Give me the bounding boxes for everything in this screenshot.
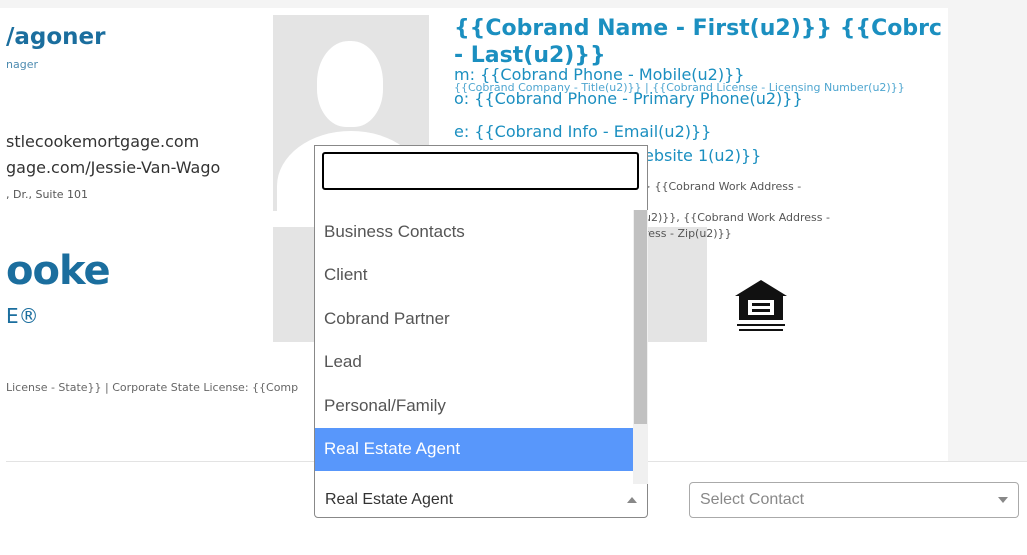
dropdown-option[interactable]: Personal/Family — [315, 384, 633, 428]
top-background-strip — [0, 0, 1027, 8]
license-footer: License - State}} | Corporate State Lice… — [6, 381, 299, 394]
contact-select[interactable]: Select Contact — [689, 482, 1019, 518]
company-logo-text: ooke — [6, 248, 111, 294]
dropdown-option[interactable]: Client — [315, 254, 633, 298]
dropdown-option-selected[interactable]: Real Estate Agent — [315, 427, 633, 471]
cobrand-work-address-2: u2)}}, {{Cobrand Work Address - — [644, 211, 830, 224]
dropdown-search-input[interactable] — [322, 152, 639, 190]
chevron-up-icon — [627, 497, 637, 503]
dropdown-option[interactable]: Lead — [315, 341, 633, 385]
cobrand-website: ebsite 1(u2)}} — [644, 146, 762, 165]
dropdown-scrollbar[interactable] — [633, 210, 648, 484]
cobrand-work-address-1: } {{Cobrand Work Address - — [644, 180, 802, 193]
avatar-placeholder-icon — [317, 41, 383, 127]
agent-name: /agoner — [6, 24, 106, 50]
contact-type-select[interactable]: Real Estate Agent — [314, 482, 648, 518]
right-background-strip — [948, 0, 1027, 462]
cobrand-name: {{Cobrand Name - First(u2)}} {{Cobrc — [454, 16, 942, 41]
dropdown-option[interactable]: Cobrand Partner — [315, 297, 633, 341]
agent-profile-url: gage.com/Jessie-Van-Wago — [6, 158, 221, 177]
chevron-down-icon — [998, 497, 1008, 503]
agent-address: , Dr., Suite 101 — [6, 188, 89, 201]
contact-type-select-value: Real Estate Agent — [325, 491, 454, 508]
contact-type-dropdown: Business Contacts Client Cobrand Partner… — [314, 145, 648, 484]
dropdown-option[interactable]: Business Contacts — [315, 210, 633, 254]
cobrand-work-address-3: ress - Zip(u2)}} — [644, 227, 732, 240]
contact-select-placeholder: Select Contact — [700, 491, 805, 508]
agent-website: stlecookemortgage.com — [6, 132, 200, 151]
dropdown-options-list: Business Contacts Client Cobrand Partner… — [315, 210, 633, 471]
cobrand-primary-phone: o: {{Cobrand Phone - Primary Phone(u2)}} — [454, 89, 803, 108]
dropdown-scrollbar-thumb[interactable] — [634, 210, 647, 424]
equal-housing-opportunity-icon — [735, 280, 787, 331]
cobrand-email: e: {{Cobrand Info - Email(u2)}} — [454, 122, 712, 141]
company-logo-subtext: E® — [6, 304, 39, 328]
agent-title: nager — [6, 58, 38, 71]
